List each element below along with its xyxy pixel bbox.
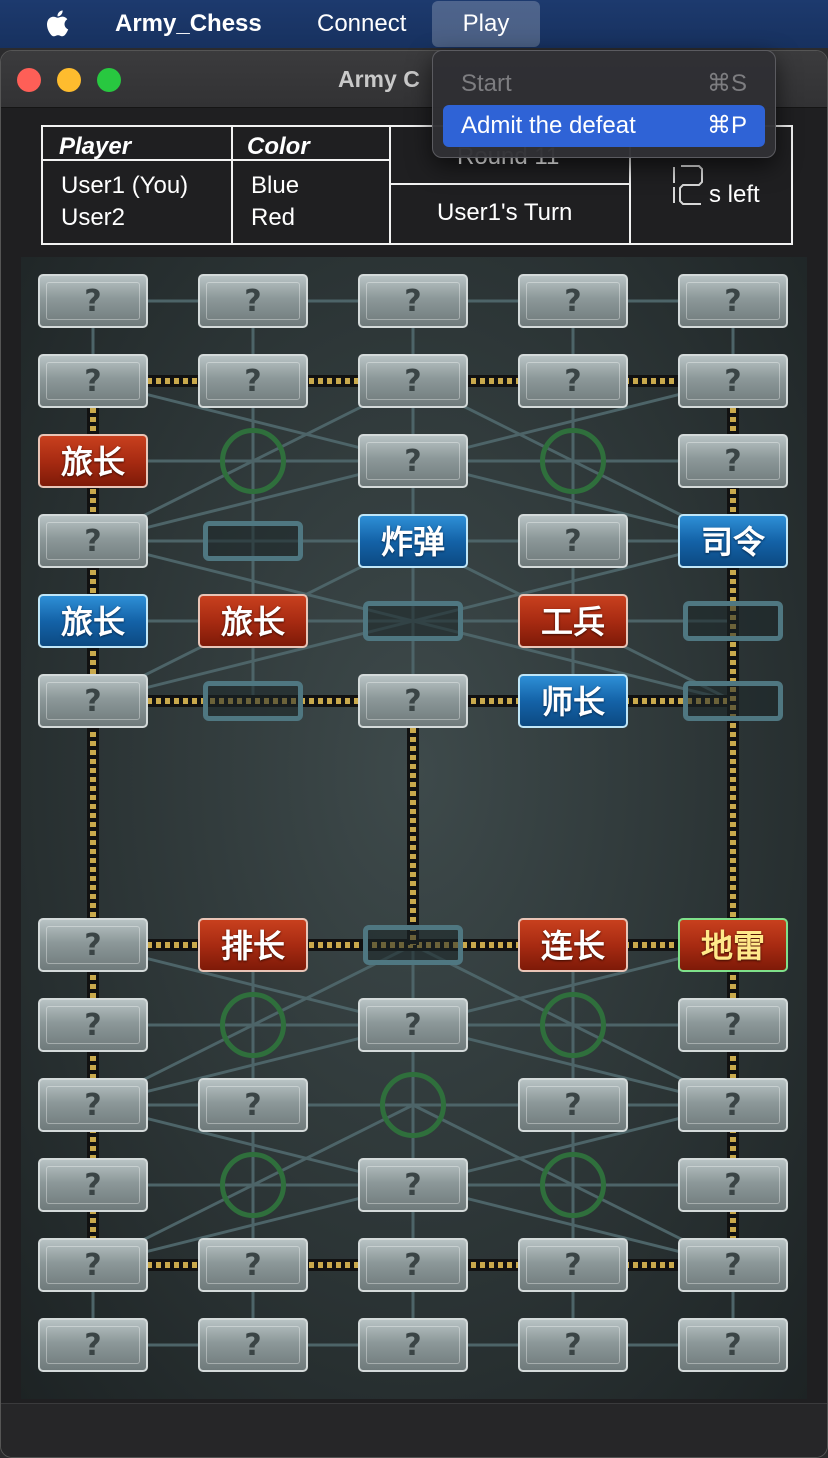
hidden-piece[interactable]: ? — [38, 918, 148, 972]
hidden-piece[interactable]: ? — [518, 1078, 628, 1132]
hidden-piece[interactable]: ? — [678, 434, 788, 488]
hidden-piece[interactable]: ? — [38, 1318, 148, 1372]
play-menu-dropdown: Start ⌘S Admit the defeat ⌘P — [432, 50, 776, 158]
hidden-piece[interactable]: ? — [198, 1318, 308, 1372]
player-1-name: User1 (You) — [61, 172, 189, 199]
empty-post[interactable] — [203, 681, 303, 721]
hidden-piece[interactable]: ? — [678, 1318, 788, 1372]
hidden-piece[interactable]: ? — [518, 274, 628, 328]
menu-item-start: Start ⌘S — [443, 63, 765, 105]
hidden-piece[interactable]: ? — [518, 354, 628, 408]
board-grid — [87, 299, 739, 1347]
red-piece[interactable]: 连长 — [518, 918, 628, 972]
menu-connect[interactable]: Connect — [317, 0, 406, 48]
player-2-name: User2 — [61, 204, 126, 231]
menu-item-start-label: Start — [461, 70, 512, 97]
blue-piece[interactable]: 炸弹 — [358, 514, 468, 568]
player-1-color: Blue — [251, 172, 300, 199]
empty-post[interactable] — [203, 521, 303, 561]
hidden-piece[interactable]: ? — [38, 274, 148, 328]
hidden-piece[interactable]: ? — [198, 354, 308, 408]
red-piece[interactable]: 工兵 — [518, 594, 628, 648]
hidden-piece[interactable]: ? — [38, 354, 148, 408]
camp-station[interactable] — [220, 992, 286, 1058]
empty-post[interactable] — [363, 601, 463, 641]
camp-station[interactable] — [220, 428, 286, 494]
red-piece[interactable]: 旅长 — [38, 434, 148, 488]
hidden-piece[interactable]: ? — [678, 1238, 788, 1292]
timer-seven-segment-display — [673, 165, 703, 205]
camp-station[interactable] — [540, 992, 606, 1058]
hidden-piece[interactable]: ? — [358, 354, 468, 408]
menu-app-name[interactable]: Army_Chess — [115, 0, 262, 48]
zoom-button[interactable] — [97, 68, 121, 92]
timer-suffix: s left — [709, 181, 760, 208]
camp-station[interactable] — [380, 1072, 446, 1138]
hidden-piece[interactable]: ? — [518, 1318, 628, 1372]
menu-item-start-shortcut: ⌘S — [706, 70, 747, 97]
minimize-button[interactable] — [57, 68, 81, 92]
menu-item-admit-defeat-shortcut: ⌘P — [706, 112, 747, 139]
empty-post[interactable] — [683, 601, 783, 641]
hidden-piece[interactable]: ? — [358, 674, 468, 728]
hidden-piece[interactable]: ? — [678, 1078, 788, 1132]
hidden-piece[interactable]: ? — [38, 1078, 148, 1132]
hidden-piece[interactable]: ? — [358, 1238, 468, 1292]
game-window: Army C Player Color User1 (You) User2 Bl… — [0, 50, 828, 1458]
hidden-piece[interactable]: ? — [198, 1078, 308, 1132]
player-column-header: Player — [59, 133, 132, 160]
empty-post[interactable] — [683, 681, 783, 721]
apple-logo-icon[interactable] — [44, 8, 70, 38]
hidden-piece[interactable]: ? — [38, 1158, 148, 1212]
hidden-piece[interactable]: ? — [38, 998, 148, 1052]
window-title: Army C — [338, 66, 420, 92]
hidden-piece[interactable]: ? — [678, 354, 788, 408]
hidden-piece[interactable]: ? — [678, 274, 788, 328]
menu-item-admit-defeat[interactable]: Admit the defeat ⌘P — [443, 105, 765, 147]
close-button[interactable] — [17, 68, 41, 92]
blue-piece[interactable]: 司令 — [678, 514, 788, 568]
menu-item-admit-defeat-label: Admit the defeat — [461, 112, 636, 139]
hidden-piece[interactable]: ? — [38, 674, 148, 728]
hidden-piece[interactable]: ? — [38, 1238, 148, 1292]
hidden-piece[interactable]: ? — [198, 1238, 308, 1292]
player-2-color: Red — [251, 204, 296, 231]
blue-piece[interactable]: 师长 — [518, 674, 628, 728]
hidden-piece[interactable]: ? — [358, 434, 468, 488]
camp-station[interactable] — [540, 428, 606, 494]
hidden-piece[interactable]: ? — [518, 1238, 628, 1292]
hidden-piece[interactable]: ? — [38, 514, 148, 568]
camp-station[interactable] — [220, 1152, 286, 1218]
red-piece[interactable]: 旅长 — [198, 594, 308, 648]
hidden-piece[interactable]: ? — [358, 274, 468, 328]
window-bottom-bar — [1, 1403, 827, 1457]
red-piece[interactable]: 排长 — [198, 918, 308, 972]
color-column-header: Color — [247, 133, 310, 160]
menubar: Army_Chess Connect Play — [0, 0, 828, 48]
game-board[interactable]: ?????????? 旅长??? 炸弹? 司令 旅长 旅长 工兵?? 师长? 排长 连长 地雷???… — [21, 257, 807, 1399]
hidden-piece[interactable]: ? — [518, 514, 628, 568]
menu-play[interactable]: Play — [432, 1, 540, 47]
hidden-piece[interactable]: ? — [198, 274, 308, 328]
red-piece[interactable]: 地雷 — [678, 918, 788, 972]
hidden-piece[interactable]: ? — [678, 1158, 788, 1212]
hidden-piece[interactable]: ? — [678, 998, 788, 1052]
hidden-piece[interactable]: ? — [358, 998, 468, 1052]
hidden-piece[interactable]: ? — [358, 1158, 468, 1212]
camp-station[interactable] — [540, 1152, 606, 1218]
blue-piece[interactable]: 旅长 — [38, 594, 148, 648]
turn-indicator: User1's Turn — [437, 199, 573, 226]
hidden-piece[interactable]: ? — [358, 1318, 468, 1372]
empty-post[interactable] — [363, 925, 463, 965]
